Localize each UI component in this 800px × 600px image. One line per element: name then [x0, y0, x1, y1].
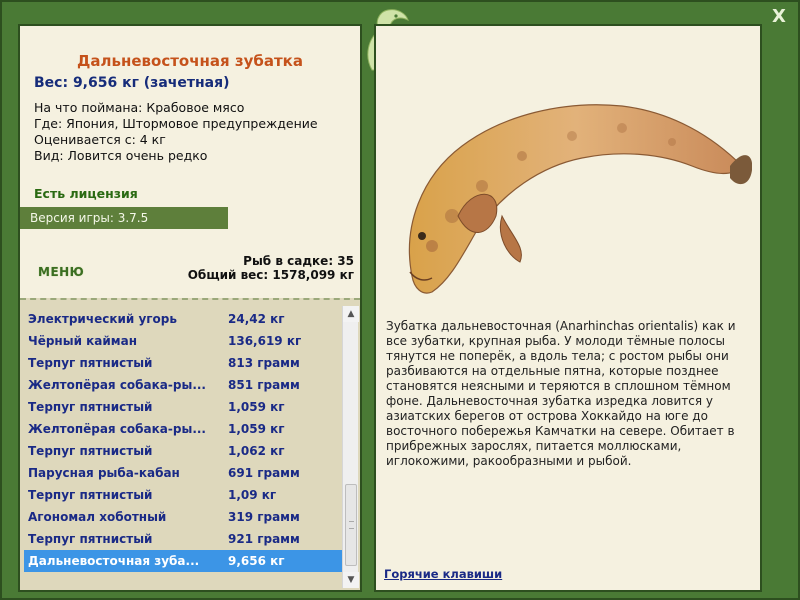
license-status: Есть лицензия [34, 186, 138, 201]
list-item-selected[interactable]: Дальневосточная зуба... 9,656 кг [24, 550, 342, 572]
valued-from-text: Оценивается с: 4 кг [34, 132, 166, 147]
location-text: Где: Япония, Штормовое предупреждение [34, 116, 318, 131]
list-item-weight: 136,619 кг [228, 334, 302, 348]
list-item[interactable]: Электрический угорь 24,42 кг [24, 308, 342, 330]
fish-image [408, 104, 752, 294]
list-item-weight: 921 грамм [228, 532, 300, 546]
close-icon: X [772, 6, 786, 27]
list-item-weight: 1,09 кг [228, 488, 277, 502]
list-item[interactable]: Терпуг пятнистый 1,059 кг [24, 396, 342, 418]
list-item-weight: 691 грамм [228, 466, 300, 480]
fish-info-header: Дальневосточная зубатка Вес: 9,656 кг (з… [20, 26, 360, 298]
list-item[interactable]: Терпуг пятнистый 1,09 кг [24, 484, 342, 506]
list-item-weight: 1,059 кг [228, 400, 285, 414]
list-item-weight: 9,656 кг [228, 554, 285, 568]
game-version: Версия игры: 3.7.5 [20, 207, 228, 229]
list-item-weight: 851 грамм [228, 378, 300, 392]
fish-weight: Вес: 9,656 кг (зачетная) [34, 75, 230, 91]
caught-on-text: На что поймана: Крабовое мясо [34, 100, 245, 115]
list-item-weight: 813 грамм [228, 356, 300, 370]
hotkeys-link[interactable]: Горячие клавиши [384, 567, 502, 581]
list-item-name: Желтопёрая собака-ры... [28, 422, 206, 436]
close-button[interactable]: X [768, 6, 790, 28]
list-item-name: Терпуг пятнистый [28, 356, 153, 370]
catch-list-area: Электрический угорь 24,42 кг Чёрный кайма… [20, 298, 360, 590]
menu-button[interactable]: МЕНЮ [38, 265, 84, 279]
scroll-up-icon[interactable]: ▲ [343, 306, 359, 322]
list-item-name: Терпуг пятнистый [28, 444, 153, 458]
list-item-weight: 319 грамм [228, 510, 300, 524]
list-item-weight: 1,059 кг [228, 422, 285, 436]
list-item-weight: 1,062 кг [228, 444, 285, 458]
fish-description-panel: Зубатка дальневосточная (Anarhinchas ori… [374, 24, 762, 592]
scroll-down-icon[interactable]: ▼ [343, 572, 359, 588]
fish-count: Рыб в садке: 35 [243, 254, 354, 268]
list-item-name: Чёрный кайман [28, 334, 138, 348]
list-item[interactable]: Терпуг пятнистый 921 грамм [24, 528, 342, 550]
scrollbar-grip [349, 521, 354, 529]
list-item-name: Агономал хоботный [28, 510, 167, 524]
list-item-name: Желтопёрая собака-ры... [28, 378, 206, 392]
fish-title: Дальневосточная зубатка [77, 52, 303, 70]
list-item[interactable]: Парусная рыба-кабан 691 грамм [24, 462, 342, 484]
scrollbar-thumb[interactable] [345, 484, 357, 566]
list-item-name: Электрический угорь [28, 312, 177, 326]
list-item-name: Парусная рыба-кабан [28, 466, 180, 480]
catch-list: Электрический угорь 24,42 кг Чёрный кайма… [24, 308, 342, 572]
catch-stats: Рыб в садке: 35 Общий вес: 1578,099 кг [188, 254, 354, 282]
list-item[interactable]: Терпуг пятнистый 1,062 кг [24, 440, 342, 462]
list-item[interactable]: Желтопёрая собака-ры... 1,059 кг [24, 418, 342, 440]
fish-info-panel: Дальневосточная зубатка Вес: 9,656 кг (з… [18, 24, 362, 592]
list-item[interactable]: Желтопёрая собака-ры... 851 грамм [24, 374, 342, 396]
fish-description: Зубатка дальневосточная (Anarhinchas ori… [386, 319, 736, 468]
list-item-name: Дальневосточная зуба... [28, 554, 200, 568]
rarity-text: Вид: Ловится очень редко [34, 148, 208, 163]
list-item-weight: 24,42 кг [228, 312, 285, 326]
list-item[interactable]: Агономал хоботный 319 грамм [24, 506, 342, 528]
window-frame: X Дальневосточная зубатка Вес: 9,656 кг … [0, 0, 800, 600]
list-item[interactable]: Чёрный кайман 136,619 кг [24, 330, 342, 352]
list-item-name: Терпуг пятнистый [28, 400, 153, 414]
list-item-name: Терпуг пятнистый [28, 532, 153, 546]
list-item-name: Терпуг пятнистый [28, 488, 153, 502]
list-item[interactable]: Терпуг пятнистый 813 грамм [24, 352, 342, 374]
total-weight: Общий вес: 1578,099 кг [187, 268, 354, 282]
list-scrollbar[interactable]: ▲ ▼ [342, 306, 359, 588]
fish-details: На что поймана: Крабовое мясо Где: Япони… [34, 100, 318, 164]
